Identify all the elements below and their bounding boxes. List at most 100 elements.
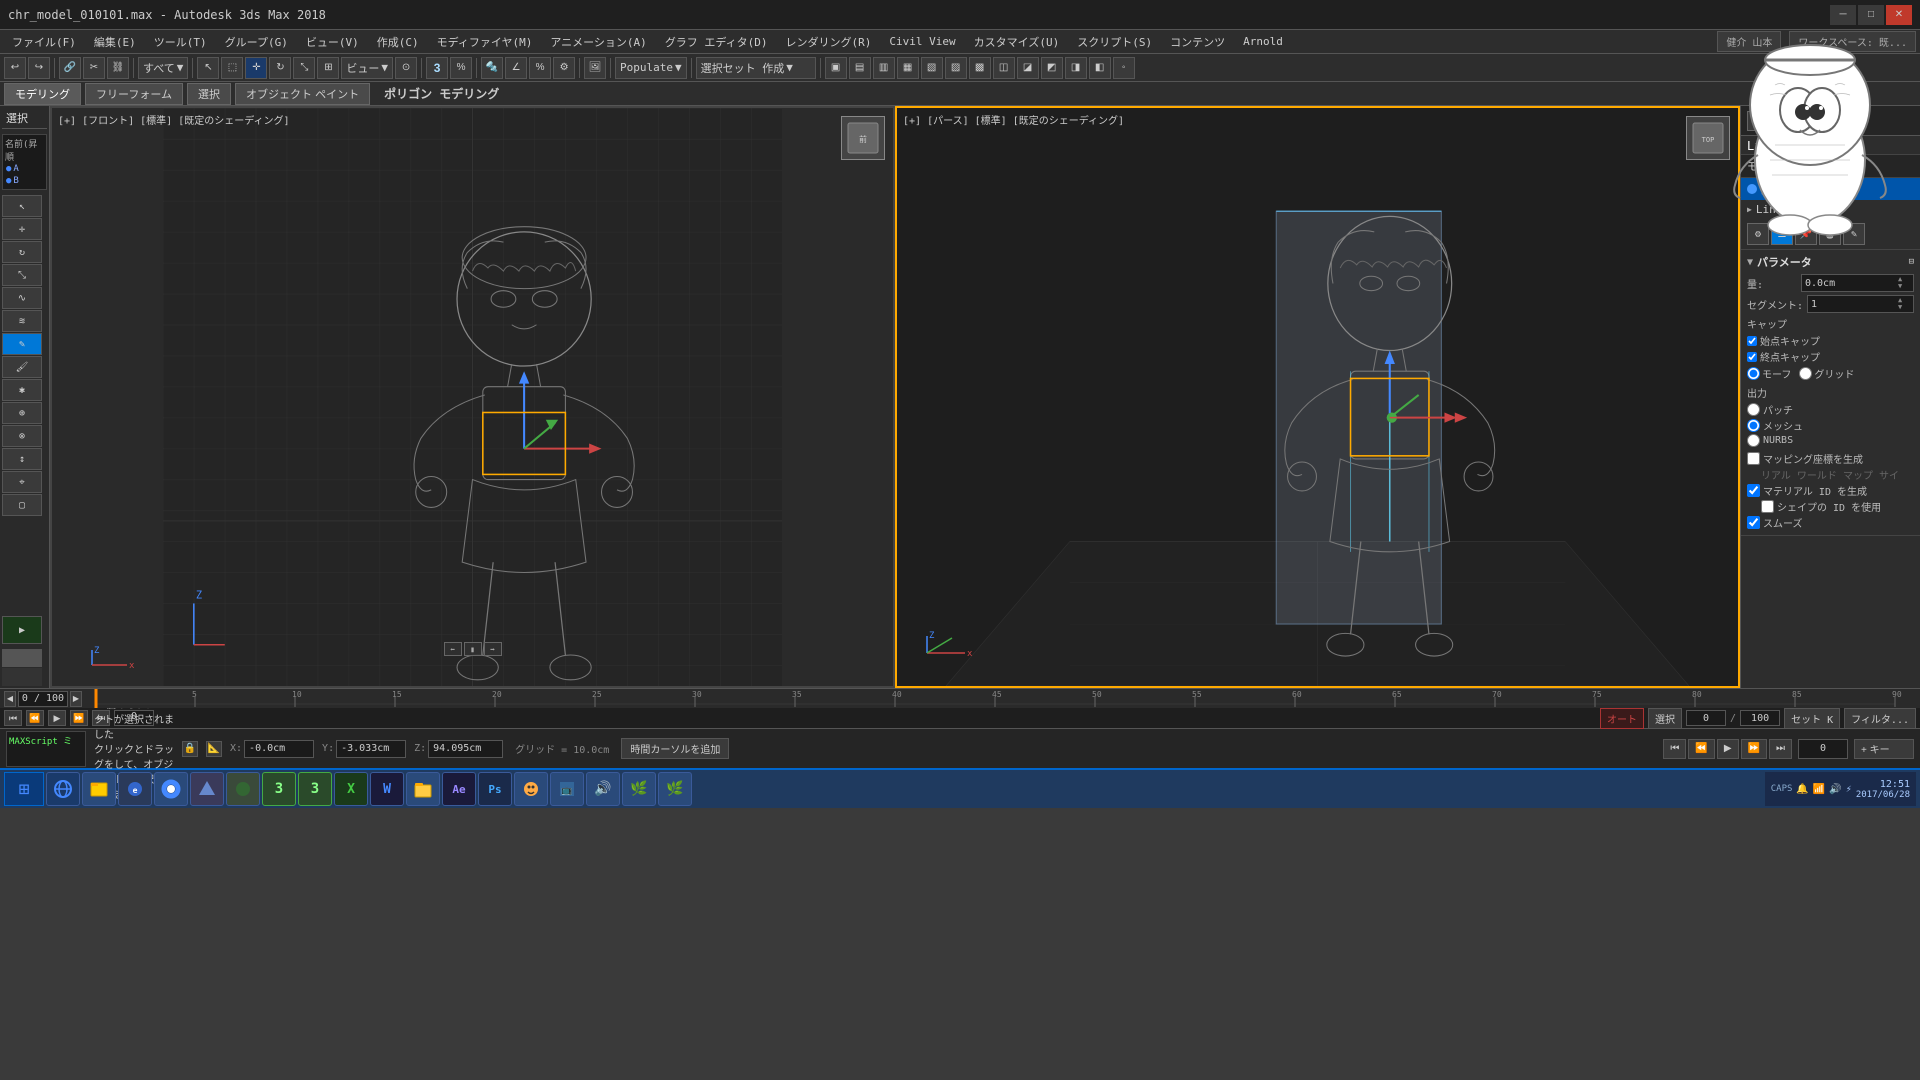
render1[interactable]: ▣ xyxy=(825,57,847,79)
modifier-line[interactable]: ▶ Line xyxy=(1741,200,1920,219)
render9[interactable]: ◪ xyxy=(1017,57,1039,79)
percent-snap[interactable]: % xyxy=(529,57,551,79)
tool-8[interactable]: ⊗ xyxy=(2,425,42,447)
vp-mini-btn-1[interactable]: ⬅ xyxy=(444,642,462,656)
view-dropdown[interactable]: ビュー ▼ xyxy=(341,57,393,79)
tool-10[interactable]: ⌖ xyxy=(2,471,42,493)
modifier-extrude[interactable]: 押し出し xyxy=(1741,178,1920,200)
snap-icon[interactable]: 📐 xyxy=(206,741,222,757)
minimize-button[interactable]: ─ xyxy=(1830,5,1856,25)
coord-x-input[interactable]: -0.0cm xyxy=(244,740,314,758)
menu-edit[interactable]: 編集(E) xyxy=(86,32,144,52)
segment-input[interactable]: 1 ▲ ▼ xyxy=(1807,295,1914,313)
tool-6[interactable]: ✱ xyxy=(2,379,42,401)
maximize-button[interactable]: □ xyxy=(1858,5,1884,25)
taskbar-chrome[interactable] xyxy=(154,772,188,806)
taskbar-app7[interactable]: 🌿 xyxy=(622,772,656,806)
menu-arnold[interactable]: Arnold xyxy=(1235,33,1291,50)
scale-button[interactable]: ⤡ xyxy=(293,57,315,79)
redo-button[interactable]: ↪ xyxy=(28,57,50,79)
morph-radio[interactable]: モーフ xyxy=(1747,366,1791,381)
tool-11[interactable]: ▢ xyxy=(2,494,42,516)
frame-counter[interactable]: 0 / 100 xyxy=(18,691,68,707)
vp-mini-btn-3[interactable]: ➡ xyxy=(484,642,502,656)
add-key-btn[interactable]: + キー xyxy=(1854,739,1914,759)
status-frame-input[interactable]: 0 xyxy=(1798,739,1848,759)
tool-9[interactable]: ↕ xyxy=(2,448,42,470)
tool-7[interactable]: ⊕ xyxy=(2,402,42,424)
tray-icon3[interactable]: 🔊 xyxy=(1829,784,1841,795)
tool-move[interactable]: ✛ xyxy=(2,218,42,240)
select-link-button[interactable]: 🔗 xyxy=(59,57,81,79)
menu-script[interactable]: スクリプト(S) xyxy=(1069,32,1160,52)
viewport-perspective[interactable]: [+] [パース] [標準] [既定のシェーディング] xyxy=(895,106,1740,688)
goto-start-btn[interactable]: ⏮ xyxy=(4,710,22,726)
params-header[interactable]: ▼ パラメータ ⊟ xyxy=(1747,254,1914,270)
rt-settings[interactable]: ⚙ xyxy=(1747,223,1769,245)
taskbar-excel[interactable]: X xyxy=(334,772,368,806)
close-button[interactable]: ✕ xyxy=(1886,5,1912,25)
mapping-coords-checkbox[interactable]: マッピング座標を生成 xyxy=(1747,451,1914,466)
menu-tools[interactable]: ツール(T) xyxy=(146,32,215,52)
smooth-checkbox[interactable]: スムーズ xyxy=(1747,515,1914,530)
taskbar-app1[interactable]: e xyxy=(118,772,152,806)
play-btn[interactable]: ▶ xyxy=(48,710,66,726)
front-navcube[interactable]: 前 xyxy=(841,116,885,160)
workspace-dropdown[interactable]: ワークスペース: 既... xyxy=(1789,31,1916,52)
color-chip-2[interactable] xyxy=(2,668,42,686)
menu-civil[interactable]: Civil View xyxy=(881,33,963,50)
taskbar-word[interactable]: W xyxy=(370,772,404,806)
maxscript-mini[interactable]: MAXScript ミ xyxy=(6,731,86,767)
pivot-button[interactable]: ⊙ xyxy=(395,57,417,79)
status-next-btn[interactable]: ⏭ xyxy=(1769,739,1792,759)
rt-modifier[interactable]: ☰ xyxy=(1771,223,1793,245)
unlink-button[interactable]: ✂ xyxy=(83,57,105,79)
menu-rendering[interactable]: レンダリング(R) xyxy=(778,32,880,52)
taskbar-ae[interactable]: Ae xyxy=(442,772,476,806)
menu-file[interactable]: ファイル(F) xyxy=(4,32,84,52)
rpanel-icon-hierarchy[interactable]: ⊞ xyxy=(1795,111,1815,131)
material-id-checkbox[interactable]: マテリアル ID を生成 xyxy=(1747,483,1914,498)
taskbar-app2[interactable] xyxy=(190,772,224,806)
rt-delete[interactable]: 🗑 xyxy=(1819,223,1841,245)
auto-key-btn[interactable]: オート xyxy=(1600,708,1644,729)
cap-start-checkbox[interactable]: 始点キャップ xyxy=(1747,333,1914,348)
tray-icon1[interactable]: 🔔 xyxy=(1796,784,1808,795)
percent-button[interactable]: % xyxy=(450,57,472,79)
nurbs-radio[interactable]: NURBS xyxy=(1747,434,1914,447)
add-time-cursor-btn[interactable]: 時間カーソルを追加 xyxy=(621,738,729,759)
taskbar-3dsmax2[interactable]: 3 xyxy=(298,772,332,806)
cap-start-input[interactable] xyxy=(1747,336,1757,346)
start-button[interactable]: ⊞ xyxy=(4,772,44,806)
tool-select[interactable]: ↖ xyxy=(2,195,42,217)
amount-input[interactable]: 0.0cm ▲ ▼ xyxy=(1801,274,1914,292)
frame-fwd-btn[interactable]: ▶ xyxy=(70,691,82,707)
mesh-radio[interactable]: メッシュ xyxy=(1747,418,1914,433)
vp-mini-btn-2[interactable]: ▮ xyxy=(464,642,482,656)
render2[interactable]: ▤ xyxy=(849,57,871,79)
ref-coord-button[interactable]: ⊞ xyxy=(317,57,339,79)
render12[interactable]: ◧ xyxy=(1089,57,1111,79)
lock-icon[interactable]: 🔒 xyxy=(182,741,198,757)
spinner-snap[interactable]: ⚙ xyxy=(553,57,575,79)
rpanel-icon-motion[interactable]: ● xyxy=(1819,111,1839,131)
status-play-btn[interactable]: ▶ xyxy=(1717,739,1739,759)
menu-group[interactable]: グループ(G) xyxy=(217,32,296,52)
undo-button[interactable]: ↩ xyxy=(4,57,26,79)
menu-animation[interactable]: アニメーション(A) xyxy=(542,32,654,52)
rpanel-icon-modifier[interactable]: ☰ xyxy=(1771,111,1791,131)
menu-graph[interactable]: グラフ エディタ(D) xyxy=(657,32,776,52)
coord-z-input[interactable]: 94.095cm xyxy=(428,740,503,758)
filter-btn[interactable]: フィルタ... xyxy=(1844,708,1916,729)
move-button[interactable]: ✛ xyxy=(245,57,267,79)
menu-create[interactable]: 作成(C) xyxy=(369,32,427,52)
taskbar-app5[interactable]: 📺 xyxy=(550,772,584,806)
cap-end-input[interactable] xyxy=(1747,352,1757,362)
bind-button[interactable]: ⛓ xyxy=(107,57,129,79)
status-prev-btn[interactable]: ⏮ xyxy=(1663,739,1686,759)
tool-scale[interactable]: ⤡ xyxy=(2,264,42,286)
play-animation[interactable]: ▶ xyxy=(2,616,42,644)
obj-item-1[interactable]: ●A xyxy=(5,163,44,175)
menu-content[interactable]: コンテンツ xyxy=(1162,32,1233,52)
render13[interactable]: ◦ xyxy=(1113,57,1135,79)
